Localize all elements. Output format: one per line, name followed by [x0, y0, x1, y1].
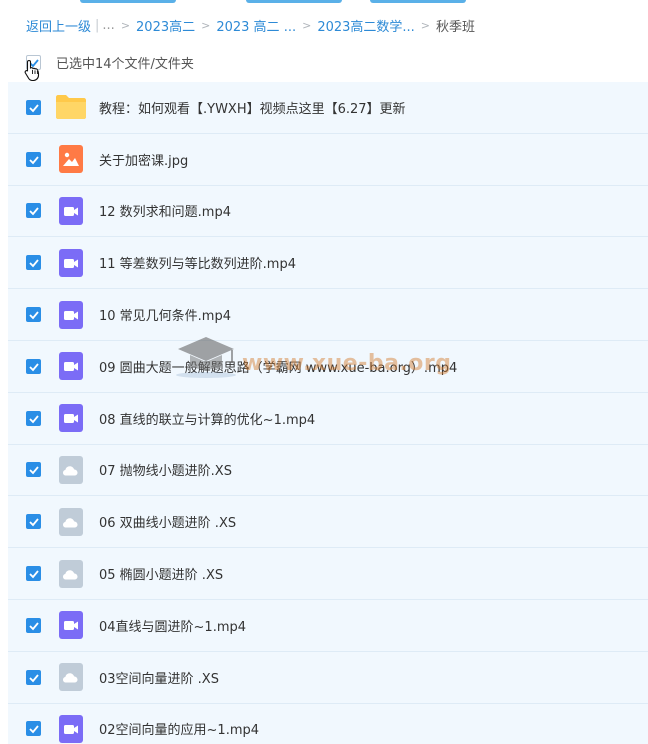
toolbar-button-edge[interactable] — [370, 0, 466, 3]
file-name[interactable]: 07 抛物线小题进阶.XS — [99, 460, 232, 479]
check-icon — [29, 156, 39, 165]
cloud-file-icon — [59, 455, 83, 484]
file-name[interactable]: 06 双曲线小题进阶 .XS — [99, 512, 236, 531]
breadcrumb-back-link[interactable]: 返回上一级 — [26, 16, 91, 35]
video-file-icon — [59, 611, 83, 640]
top-toolbar-edge — [0, 0, 648, 4]
file-row[interactable]: 11 等差数列与等比数列进阶.mp4 — [8, 237, 648, 290]
row-checkbox[interactable] — [26, 203, 41, 219]
select-all-row: 已选中14个文件/文件夹 — [26, 53, 194, 72]
hand-cursor-icon — [24, 59, 40, 81]
breadcrumb-divider: | — [95, 17, 100, 33]
file-row[interactable]: 10 常见几何条件.mp4 — [8, 289, 648, 341]
check-icon — [29, 363, 39, 372]
file-name[interactable]: 05 椭圆小题进阶 .XS — [99, 564, 223, 583]
check-icon — [29, 518, 39, 527]
row-checkbox[interactable] — [26, 566, 41, 582]
file-name[interactable]: 教程：如何观看【.YWXH】视频点这里【6.27】更新 — [99, 98, 406, 117]
row-checkbox[interactable] — [26, 721, 41, 737]
check-icon — [29, 725, 39, 734]
video-file-icon — [59, 196, 83, 225]
file-name[interactable]: 02空间向量的应用~1.mp4 — [99, 719, 259, 738]
file-name[interactable]: 08 直线的联立与计算的优化~1.mp4 — [99, 409, 315, 428]
row-checkbox[interactable] — [26, 410, 41, 426]
check-icon — [29, 466, 39, 475]
video-file-icon — [59, 352, 83, 381]
breadcrumb-current: 秋季班 — [436, 19, 476, 35]
row-checkbox[interactable] — [26, 462, 41, 478]
file-name[interactable]: 10 常见几何条件.mp4 — [99, 305, 231, 324]
check-icon — [29, 415, 39, 424]
file-row[interactable]: 关于加密课.jpg — [8, 133, 648, 186]
check-icon — [29, 311, 39, 320]
file-row[interactable]: 12 数列求和问题.mp4 — [8, 185, 648, 238]
breadcrumb-ellipsis[interactable]: ... — [102, 18, 114, 33]
check-icon — [29, 622, 39, 631]
chevron-right-icon: > — [120, 18, 131, 32]
file-row[interactable]: 05 椭圆小题进阶 .XS — [8, 548, 648, 600]
file-row[interactable]: 教程：如何观看【.YWXH】视频点这里【6.27】更新 — [8, 82, 648, 134]
row-checkbox[interactable] — [26, 307, 41, 323]
chevron-right-icon: > — [302, 18, 312, 32]
row-checkbox[interactable] — [26, 151, 41, 167]
check-icon — [29, 259, 39, 268]
cloud-file-icon — [59, 559, 83, 588]
selection-count-label: 已选中14个文件/文件夹 — [56, 57, 194, 72]
video-file-icon — [59, 404, 83, 433]
chevron-right-icon: > — [201, 18, 211, 32]
check-icon — [29, 570, 39, 579]
file-name[interactable]: 11 等差数列与等比数列进阶.mp4 — [99, 253, 296, 272]
row-checkbox[interactable] — [26, 669, 41, 685]
cloud-file-icon — [59, 507, 83, 536]
file-row[interactable]: 04直线与圆进阶~1.mp4 — [8, 599, 648, 652]
toolbar-button-edge[interactable] — [246, 0, 342, 3]
file-row[interactable]: 09 圆曲大题一般解题思路（学霸网 www.xue-ba.org）.mp4 — [8, 340, 648, 393]
row-checkbox[interactable] — [26, 255, 41, 271]
video-file-icon — [59, 714, 83, 743]
check-icon — [29, 104, 39, 113]
breadcrumb-item[interactable]: 2023高二数学... — [317, 16, 414, 35]
row-checkbox[interactable] — [26, 358, 41, 374]
row-checkbox[interactable] — [26, 514, 41, 530]
file-name[interactable]: 12 数列求和问题.mp4 — [99, 201, 231, 220]
file-list: 教程：如何观看【.YWXH】视频点这里【6.27】更新 关于加密课.jpg 12… — [8, 82, 648, 744]
file-name[interactable]: 03空间向量进阶 .XS — [99, 668, 219, 687]
toolbar-button-edge[interactable] — [80, 0, 176, 3]
video-file-icon — [59, 248, 83, 277]
file-name[interactable]: 04直线与圆进阶~1.mp4 — [99, 616, 246, 635]
file-row[interactable]: 07 抛物线小题进阶.XS — [8, 444, 648, 497]
check-icon — [29, 674, 39, 682]
video-file-icon — [59, 300, 83, 329]
file-row[interactable]: 03空间向量进阶 .XS — [8, 651, 648, 704]
file-row[interactable]: 02空间向量的应用~1.mp4 — [8, 703, 648, 744]
file-row[interactable]: 08 直线的联立与计算的优化~1.mp4 — [8, 392, 648, 445]
breadcrumb-item[interactable]: 2023 高二 ... — [216, 16, 296, 35]
chevron-right-icon: > — [420, 18, 431, 32]
file-row[interactable]: 06 双曲线小题进阶 .XS — [8, 496, 648, 549]
breadcrumb-item[interactable]: 2023高二 — [136, 16, 195, 35]
breadcrumb: 返回上一级 | ... > 2023高二 > 2023 高二 ... > 202… — [26, 16, 476, 35]
check-icon — [29, 207, 39, 216]
file-name[interactable]: 关于加密课.jpg — [99, 150, 188, 169]
file-name[interactable]: 09 圆曲大题一般解题思路（学霸网 www.xue-ba.org）.mp4 — [99, 357, 457, 376]
folder-icon — [55, 93, 87, 121]
row-checkbox[interactable] — [26, 617, 41, 633]
row-checkbox[interactable] — [26, 99, 41, 115]
cloud-file-icon — [59, 663, 83, 692]
image-file-icon — [59, 145, 83, 174]
